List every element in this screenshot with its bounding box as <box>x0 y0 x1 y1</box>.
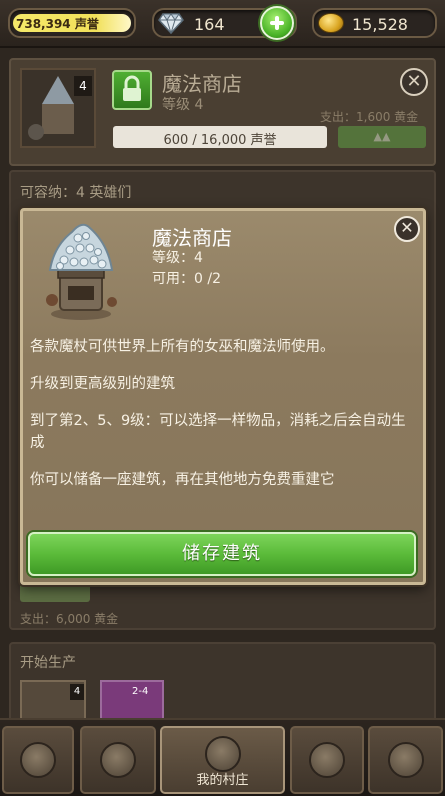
production-card-2-badge: 2-4 <box>132 686 149 697</box>
building-level-badge: 4 <box>74 76 92 96</box>
gold-counter: 15,528 <box>312 8 437 38</box>
production-card-1-badge: 4 <box>70 684 84 700</box>
dialog-description: 各款魔杖可供世界上所有的女巫和魔法师使用。 升级到更高级别的建筑 到了第2、5、… <box>30 336 410 506</box>
dialog-available: 可用：0 /2 <box>152 271 221 287</box>
building-title: 魔法商店 <box>162 72 242 96</box>
hero-capacity: 可容纳：4 英雄们 <box>20 185 132 201</box>
store-building-label: 储存建筑 <box>182 543 262 564</box>
bottom-navigation: 我的村庄 <box>0 718 445 796</box>
tools-icon <box>20 742 56 778</box>
gem-counter: 164 <box>152 6 297 40</box>
gold-coin-icon <box>318 13 344 33</box>
description-text-1: 各款魔杖可供世界上所有的女巫和魔法师使用。 <box>30 339 335 355</box>
nav-heroes-button[interactable] <box>80 726 156 794</box>
description-text-2: 升级到更高级别的建筑 <box>30 376 175 392</box>
gem-count: 164 <box>194 15 225 34</box>
nav-tools-button[interactable] <box>2 726 74 794</box>
dialog-level: 等级：4 <box>152 250 203 266</box>
reputation-meter: 738,394 声誉 <box>8 8 136 38</box>
map-icon <box>387 742 424 778</box>
heroes-icon <box>100 742 136 778</box>
lock-icon <box>123 75 141 101</box>
upgrade-cost: 支出：1,600 黄金 <box>320 110 419 124</box>
reputation-value: 738,394 声誉 <box>16 17 99 31</box>
lock-button[interactable] <box>112 70 152 110</box>
description-text-3: 到了第2、5、9级：可以选择一样物品，消耗之后会自动生成 <box>30 413 406 451</box>
nav-map-button[interactable] <box>368 726 443 794</box>
gold-count: 15,528 <box>352 15 408 34</box>
panel-close-icon[interactable]: ✕ <box>400 68 428 96</box>
nav-inventory-button[interactable] <box>290 726 364 794</box>
upgrade-button-icon: ▲▲ <box>373 130 391 143</box>
store-building-button[interactable]: 储存建筑 <box>28 532 416 576</box>
diamond-icon <box>158 13 184 34</box>
building-level: 等级 4 <box>162 97 204 113</box>
description-text-4: 你可以储备一座建筑，再在其他地方免费重建它 <box>30 472 335 488</box>
add-gems-button[interactable] <box>260 6 294 40</box>
production-title: 开始生产 <box>20 655 76 671</box>
nav-my-village-label: 我的村庄 <box>196 773 249 788</box>
chest-icon <box>309 742 345 778</box>
reputation-progress-text: 600 / 16,000 声誉 <box>163 133 277 148</box>
nav-my-village-button[interactable]: 我的村庄 <box>160 726 285 794</box>
upgrade-button[interactable]: ▲▲ <box>338 126 426 148</box>
village-icon <box>204 736 241 772</box>
magic-shop-illustration <box>46 223 117 320</box>
hire-cost: 支出：6,000 黄金 <box>20 612 119 626</box>
dialog-close-icon[interactable]: ✕ <box>394 216 420 242</box>
